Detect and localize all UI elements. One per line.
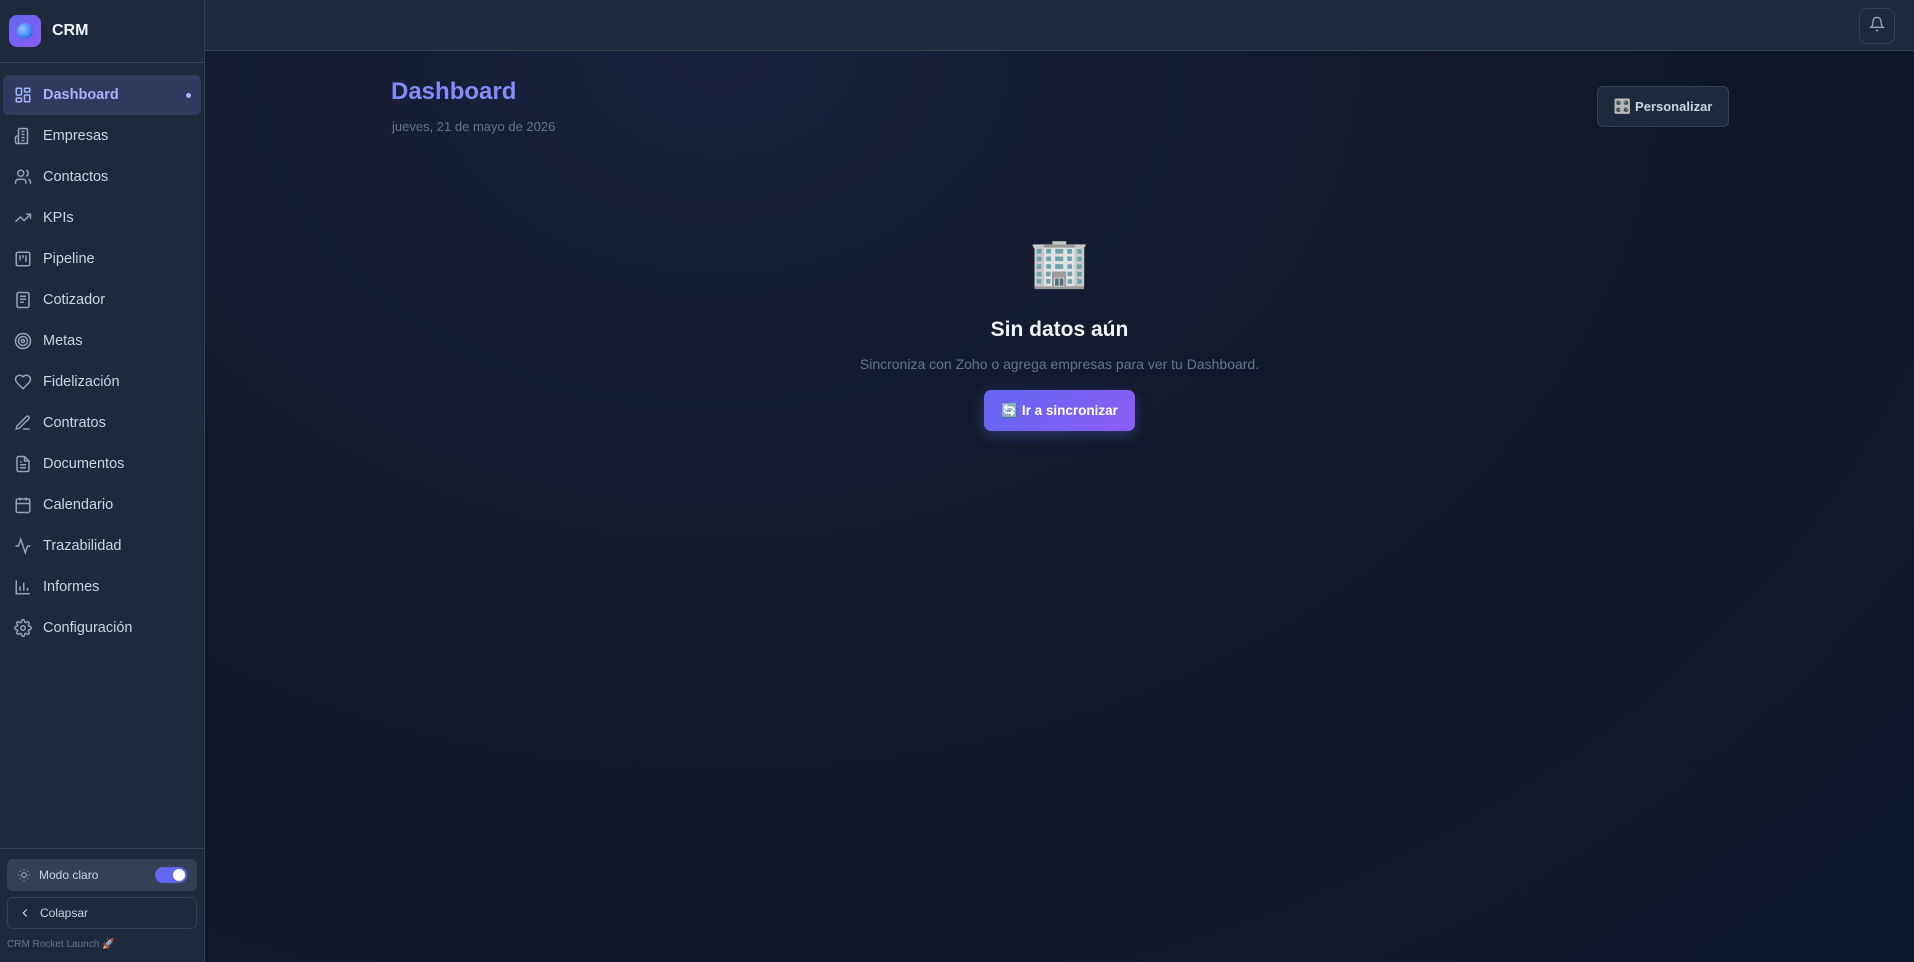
bell-icon [1868, 16, 1886, 37]
sidebar-item-informes[interactable]: Informes [3, 567, 201, 607]
dashboard-grid-icon [14, 86, 32, 104]
heart-icon [14, 373, 32, 391]
go-sync-label: Ir a sincronizar [1021, 403, 1118, 418]
empty-state-title: Sin datos aún [990, 318, 1129, 341]
control-knobs-icon: 🎛️ [1613, 98, 1632, 114]
sidebar-footer: Modo claro Colapsar CRM Rocket Launch 🚀 [0, 848, 204, 962]
active-indicator [186, 93, 191, 98]
sidebar-item-metas[interactable]: Metas [3, 321, 201, 361]
office-building-icon: 🏢 [1029, 237, 1090, 290]
sidebar-item-empresas[interactable]: Empresas [3, 116, 201, 156]
trending-up-icon [14, 209, 32, 227]
theme-switch[interactable] [155, 867, 187, 883]
collapse-label: Colapsar [40, 906, 89, 920]
sidebar-item-trazabilidad[interactable]: Trazabilidad [3, 526, 201, 566]
page-date: jueves, 21 de mayo de 2026 [392, 119, 556, 134]
target-icon [14, 332, 32, 350]
calendar-icon [14, 496, 32, 514]
sidebar-item-label: Documentos [43, 456, 125, 472]
sidebar-item-label: Cotizador [43, 292, 106, 308]
sidebar-item-label: Informes [43, 579, 100, 595]
logo-icon [9, 15, 41, 47]
brand-name: CRM [52, 22, 89, 39]
building-icon [14, 127, 32, 145]
go-sync-button[interactable]: 🔄 Ir a sincronizar [984, 390, 1135, 431]
sidebar-item-label: KPIs [43, 210, 74, 226]
sidebar-item-configuracion[interactable]: Configuración [3, 608, 201, 648]
collapse-button[interactable]: Colapsar [7, 897, 197, 929]
sun-icon [17, 868, 31, 882]
customize-button[interactable]: 🎛️ Personalizar [1597, 86, 1729, 127]
sidebar-item-contactos[interactable]: Contactos [3, 157, 201, 197]
empty-state-description: Sincroniza con Zoho o agrega empresas pa… [859, 356, 1260, 372]
sidebar-item-cotizador[interactable]: Cotizador [3, 280, 201, 320]
customize-label: Personalizar [1635, 99, 1713, 114]
receipt-icon [14, 291, 32, 309]
sidebar-item-fidelizacion[interactable]: Fidelización [3, 362, 201, 402]
sidebar-item-label: Calendario [43, 497, 114, 513]
file-text-icon [14, 455, 32, 473]
sidebar-item-contratos[interactable]: Contratos [3, 403, 201, 443]
sidebar-item-label: Dashboard [43, 87, 119, 103]
page-title: Dashboard [391, 78, 517, 105]
sync-icon: 🔄 [1001, 402, 1018, 418]
kanban-icon [14, 250, 32, 268]
sidebar-item-label: Trazabilidad [43, 538, 122, 554]
sidebar-item-label: Pipeline [43, 251, 95, 267]
sidebar-item-kpis[interactable]: KPIs [3, 198, 201, 238]
brand[interactable]: CRM [0, 0, 204, 63]
sidebar-item-calendario[interactable]: Calendario [3, 485, 201, 525]
main-content: Dashboard jueves, 21 de mayo de 2026 🎛️ … [205, 51, 1914, 962]
sidebar-item-documentos[interactable]: Documentos [3, 444, 201, 484]
sidebar-item-label: Contactos [43, 169, 109, 185]
sidebar-item-label: Fidelización [43, 374, 120, 390]
users-icon [14, 168, 32, 186]
settings-icon [14, 619, 32, 637]
sidebar-item-label: Configuración [43, 620, 133, 636]
sidebar-item-label: Metas [43, 333, 83, 349]
sidebar-item-pipeline[interactable]: Pipeline [3, 239, 201, 279]
switch-knob [173, 869, 185, 881]
sidebar-nav: Dashboard Empresas Contactos KPIs Pipeli… [0, 63, 204, 648]
pen-icon [14, 414, 32, 432]
activity-icon [14, 537, 32, 555]
sidebar-item-label: Empresas [43, 128, 109, 144]
top-bar [205, 0, 1914, 51]
app-version: CRM Rocket Launch 🚀 [7, 939, 115, 950]
chevron-left-icon [18, 906, 32, 920]
theme-toggle[interactable]: Modo claro [7, 859, 197, 891]
sidebar: CRM Dashboard Empresas Contactos KPIs Pi… [0, 0, 205, 962]
sidebar-item-label: Contratos [43, 415, 106, 431]
theme-toggle-label: Modo claro [39, 868, 99, 882]
empty-state: 🏢 Sin datos aún Sincroniza con Zoho o ag… [205, 236, 1914, 431]
bar-chart-icon [14, 578, 32, 596]
notifications-button[interactable] [1859, 8, 1895, 44]
sidebar-item-dashboard[interactable]: Dashboard [3, 75, 201, 115]
